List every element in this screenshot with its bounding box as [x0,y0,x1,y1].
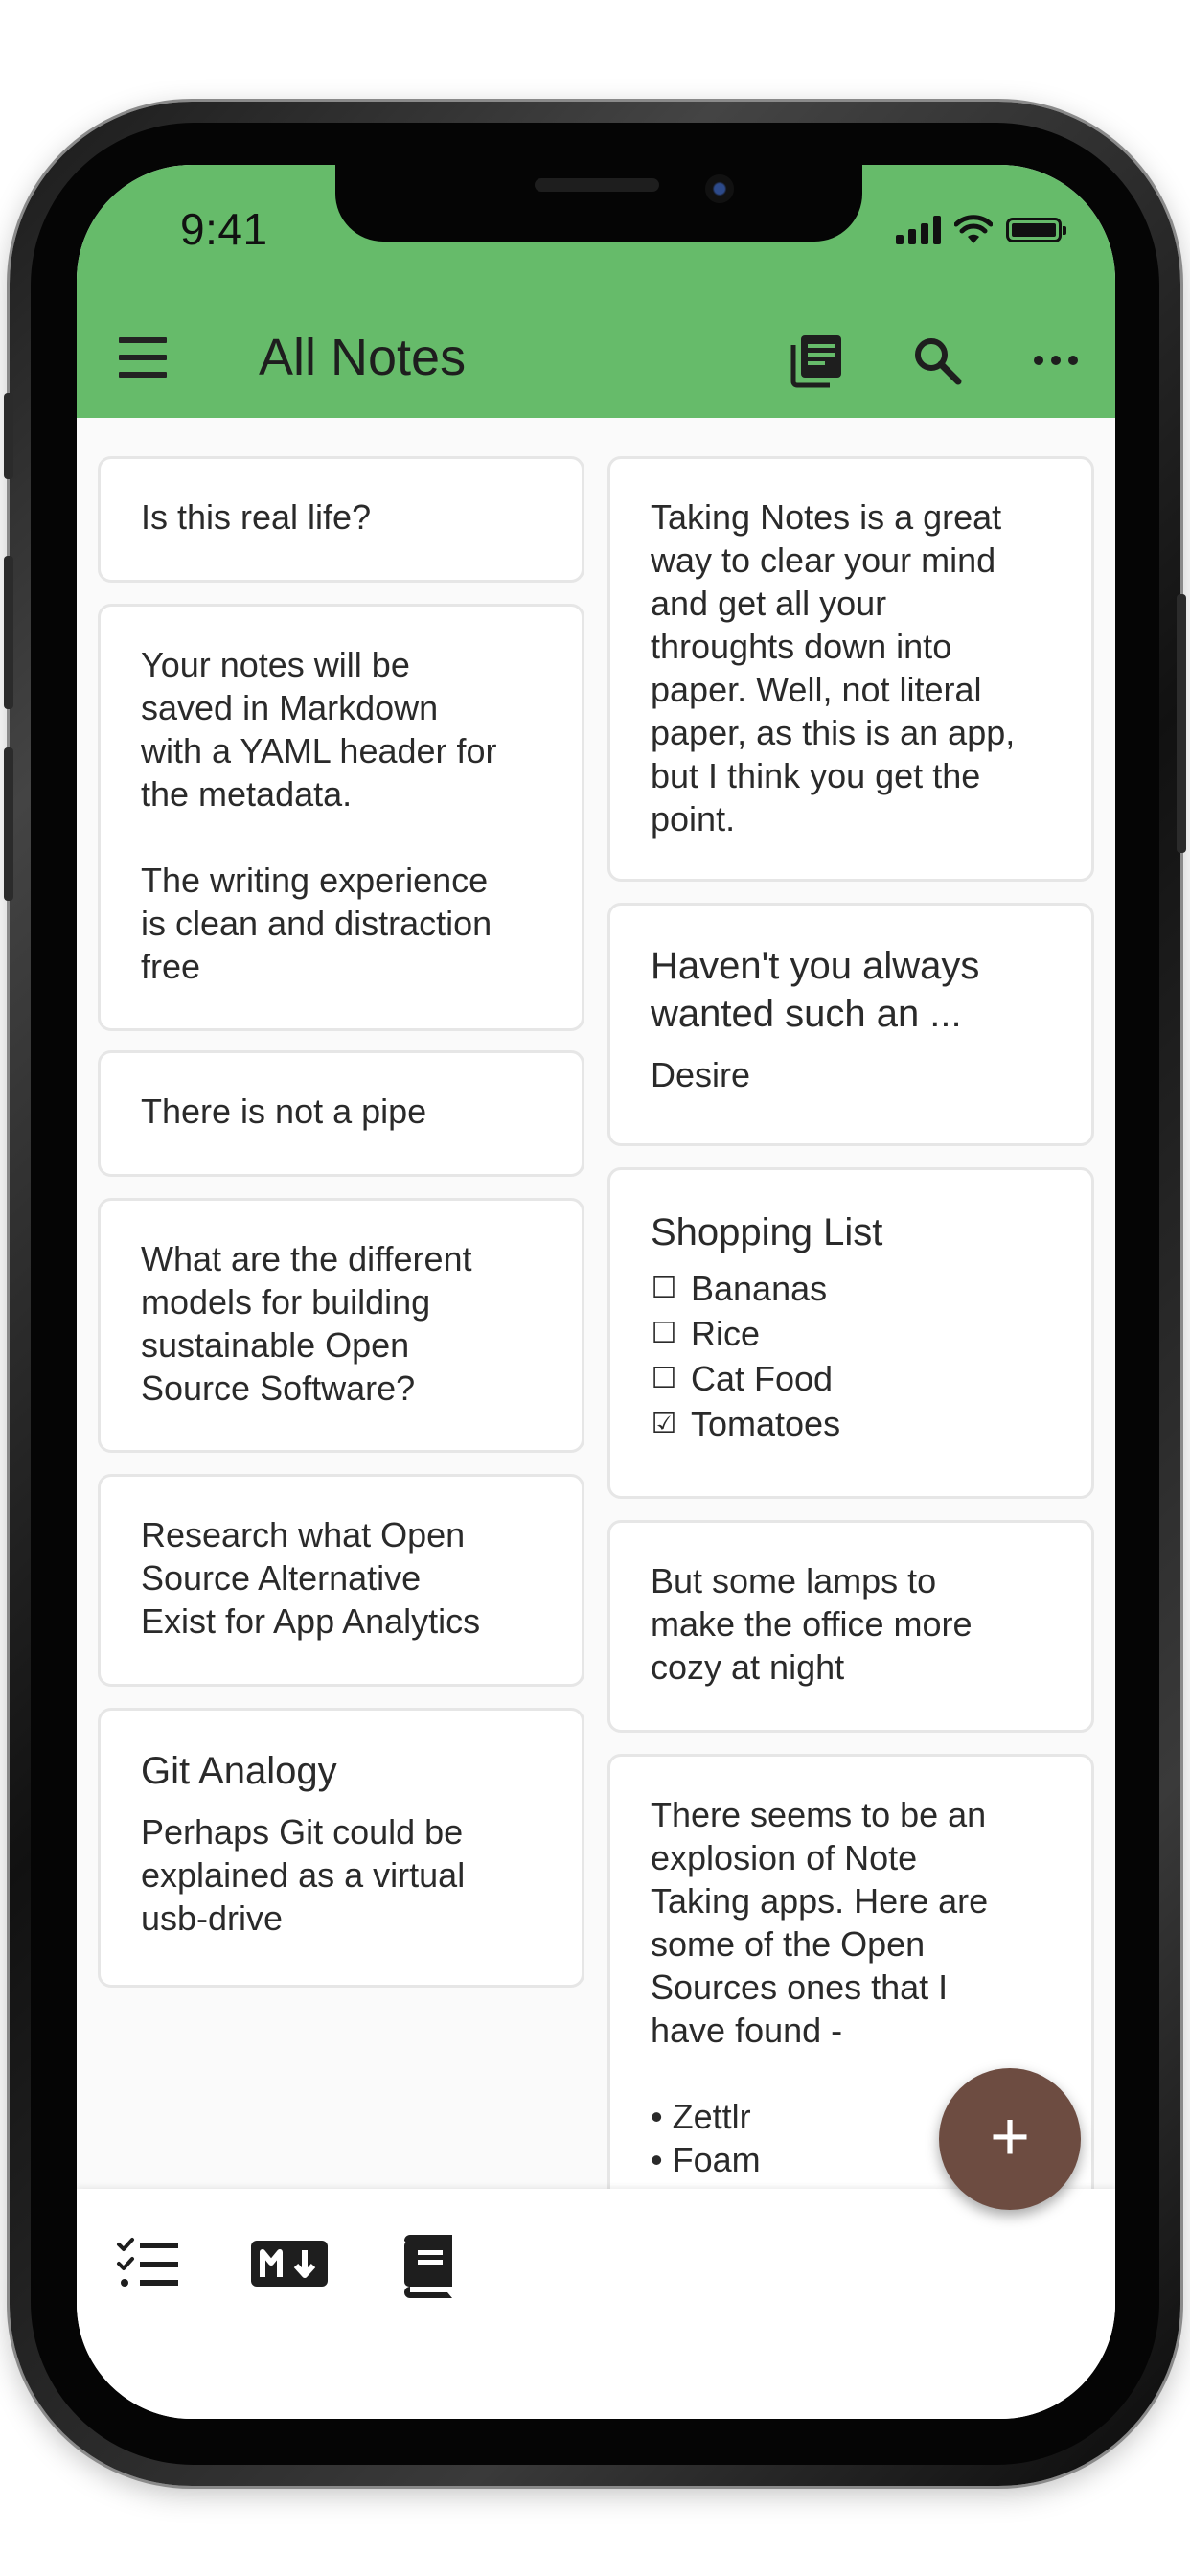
signal-icon [896,216,941,244]
note-body: Is this real life? [141,497,372,537]
checkbox-icon[interactable]: ☐ [651,1266,677,1311]
note-body: Taking Notes is a great way to clear you… [651,497,1016,839]
note-body: Desire [651,1055,751,1094]
note-card[interactable]: Taking Notes is a great way to clear you… [607,456,1094,882]
side-button-volume-up [4,556,13,709]
screen: 9:41 All Notes Is this real life? Your n… [77,165,1115,2419]
side-button-volume-down [4,748,13,901]
page: 9:41 All Notes Is this real life? Your n… [0,0,1190,2576]
note-card[interactable]: Research what Open Source Alternative Ex… [98,1474,584,1687]
checklist-item-label: Rice [691,1314,761,1353]
checkbox-checked-icon[interactable]: ☑ [651,1401,677,1446]
checkbox-icon[interactable]: ☐ [651,1311,677,1356]
checkbox-icon[interactable]: ☐ [651,1356,677,1401]
checklist-item-label: Bananas [691,1269,828,1308]
note-body: There is not a pipe [141,1092,427,1131]
status-icons [896,213,1066,247]
page-title: All Notes [259,329,467,386]
note-body: Research what Open Source Alternative Ex… [141,1515,481,1641]
note-card[interactable]: There is not a pipe [98,1050,584,1177]
note-body: Your notes will be saved in Markdown wit… [141,645,497,986]
note-card[interactable]: Git Analogy Perhaps Git could be explain… [98,1708,584,1988]
note-body: What are the different models for buildi… [141,1239,472,1408]
checklist-item-label: Cat Food [691,1359,834,1398]
note-card[interactable]: Haven't you always wanted such an ... De… [607,903,1094,1146]
more-options-icon[interactable] [1025,330,1087,391]
note-title: Haven't you always wanted such an ... [651,945,980,1035]
speaker [535,178,659,192]
toolbar: All Notes [77,309,1115,414]
side-button-mute [4,393,13,479]
note-title: Shopping List [651,1211,883,1254]
add-icon: + [989,2099,1031,2175]
markdown-view-icon[interactable] [249,2235,330,2292]
note-card[interactable]: What are the different models for buildi… [98,1198,584,1453]
checklist-view-icon[interactable] [115,2235,182,2292]
note-card-checklist[interactable]: Shopping List ☐ Bananas ☐ Rice ☐ Cat Foo… [607,1167,1094,1499]
note-card[interactable]: Your notes will be saved in Markdown wit… [98,604,584,1031]
side-button-power [1177,594,1186,853]
checklist-item: ☑ Tomatoes [651,1401,1053,1446]
notes-folder-icon[interactable] [786,330,847,391]
add-note-button[interactable]: + [939,2068,1081,2210]
note-body: But some lamps to make the office more c… [651,1561,973,1687]
checklist-item-label: Tomatoes [691,1404,841,1443]
wifi-icon [954,215,993,243]
menu-icon[interactable] [119,337,167,378]
journal-view-icon[interactable] [399,2235,456,2298]
search-icon[interactable] [906,330,968,391]
notch [335,165,862,242]
note-card[interactable]: But some lamps to make the office more c… [607,1520,1094,1733]
checklist-item: ☐ Rice [651,1311,1053,1356]
checklist-item: ☐ Cat Food [651,1356,1053,1401]
checklist-item: ☐ Bananas [651,1266,1053,1311]
battery-icon [1006,218,1066,242]
app-bar: 9:41 All Notes [77,165,1115,418]
camera [705,174,734,203]
status-time: 9:41 [180,204,268,254]
note-title: Git Analogy [141,1750,337,1792]
bottom-bar [77,2189,1115,2419]
note-body: Perhaps Git could be explained as a virt… [141,1812,466,1938]
note-card[interactable]: Is this real life? [98,456,584,583]
